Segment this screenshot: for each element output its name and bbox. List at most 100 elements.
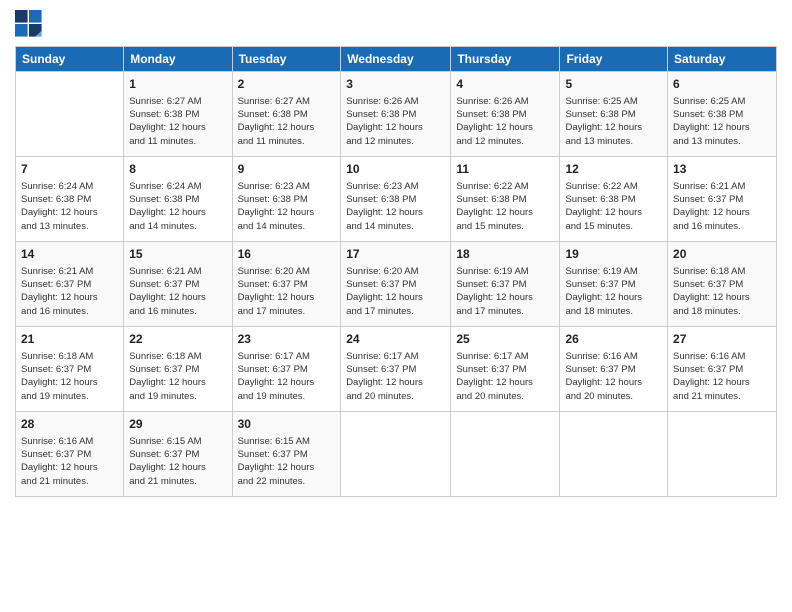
calendar-cell: 30 Sunrise: 6:15 AM Sunset: 6:37 PM Dayli… xyxy=(232,412,341,497)
day-number: 1 xyxy=(129,76,226,93)
day-info: Sunrise: 6:18 AM Sunset: 6:37 PM Dayligh… xyxy=(129,350,226,403)
day-number: 19 xyxy=(565,246,662,263)
col-header-saturday: Saturday xyxy=(668,47,777,72)
calendar-cell: 13Sunrise: 6:21 AM Sunset: 6:37 PM Dayli… xyxy=(668,157,777,242)
day-number: 22 xyxy=(129,331,226,348)
header-row: SundayMondayTuesdayWednesdayThursdayFrid… xyxy=(16,47,777,72)
day-info: Sunrise: 6:20 AM Sunset: 6:37 PM Dayligh… xyxy=(346,265,445,318)
calendar-table: SundayMondayTuesdayWednesdayThursdayFrid… xyxy=(15,46,777,497)
day-info: Sunrise: 6:23 AM Sunset: 6:38 PM Dayligh… xyxy=(238,180,336,233)
day-number: 10 xyxy=(346,161,445,178)
day-number: 7 xyxy=(21,161,118,178)
day-number: 9 xyxy=(238,161,336,178)
day-info: Sunrise: 6:26 AM Sunset: 6:38 PM Dayligh… xyxy=(456,95,554,148)
day-info: Sunrise: 6:18 AM Sunset: 6:37 PM Dayligh… xyxy=(673,265,771,318)
calendar-cell: 22 Sunrise: 6:18 AM Sunset: 6:37 PM Dayli… xyxy=(124,327,232,412)
day-number: 17 xyxy=(346,246,445,263)
day-info: Sunrise: 6:19 AM Sunset: 6:37 PM Dayligh… xyxy=(565,265,662,318)
calendar-cell: 14 Sunrise: 6:21 AM Sunset: 6:37 PM Dayli… xyxy=(16,242,124,327)
calendar-cell: 11 Sunrise: 6:22 AM Sunset: 6:38 PM Dayli… xyxy=(451,157,560,242)
day-number: 2 xyxy=(238,76,336,93)
day-number: 3 xyxy=(346,76,445,93)
calendar-cell xyxy=(451,412,560,497)
col-header-thursday: Thursday xyxy=(451,47,560,72)
day-info: Sunrise: 6:16 AM Sunset: 6:37 PM Dayligh… xyxy=(673,350,771,403)
day-number: 25 xyxy=(456,331,554,348)
day-info: Sunrise: 6:27 AM Sunset: 6:38 PM Dayligh… xyxy=(238,95,336,148)
week-row-3: 14 Sunrise: 6:21 AM Sunset: 6:37 PM Dayli… xyxy=(16,242,777,327)
day-info: Sunrise: 6:20 AM Sunset: 6:37 PM Dayligh… xyxy=(238,265,336,318)
day-info: Sunrise: 6:17 AM Sunset: 6:37 PM Dayligh… xyxy=(238,350,336,403)
day-info: Sunrise: 6:21 AM Sunset: 6:37 PM Dayligh… xyxy=(21,265,118,318)
day-info: Sunrise: 6:24 AM Sunset: 6:38 PM Dayligh… xyxy=(129,180,226,233)
day-info: Sunrise: 6:25 AM Sunset: 6:38 PM Dayligh… xyxy=(673,95,771,148)
calendar-cell: 3 Sunrise: 6:26 AM Sunset: 6:38 PM Daylig… xyxy=(341,72,451,157)
calendar-cell: 10 Sunrise: 6:23 AM Sunset: 6:38 PM Dayli… xyxy=(341,157,451,242)
day-info: Sunrise: 6:16 AM Sunset: 6:37 PM Dayligh… xyxy=(21,435,118,488)
day-info: Sunrise: 6:18 AM Sunset: 6:37 PM Dayligh… xyxy=(21,350,118,403)
day-info: Sunrise: 6:23 AM Sunset: 6:38 PM Dayligh… xyxy=(346,180,445,233)
day-info: Sunrise: 6:15 AM Sunset: 6:37 PM Dayligh… xyxy=(129,435,226,488)
col-header-tuesday: Tuesday xyxy=(232,47,341,72)
day-number: 28 xyxy=(21,416,118,433)
day-number: 18 xyxy=(456,246,554,263)
calendar-cell: 12Sunrise: 6:22 AM Sunset: 6:38 PM Dayli… xyxy=(560,157,668,242)
calendar-cell: 6Sunrise: 6:25 AM Sunset: 6:38 PM Daylig… xyxy=(668,72,777,157)
page: SundayMondayTuesdayWednesdayThursdayFrid… xyxy=(0,0,792,612)
day-info: Sunrise: 6:27 AM Sunset: 6:38 PM Dayligh… xyxy=(129,95,226,148)
calendar-cell: 17 Sunrise: 6:20 AM Sunset: 6:37 PM Dayli… xyxy=(341,242,451,327)
col-header-monday: Monday xyxy=(124,47,232,72)
calendar-cell: 7 Sunrise: 6:24 AM Sunset: 6:38 PM Daylig… xyxy=(16,157,124,242)
day-number: 4 xyxy=(456,76,554,93)
col-header-sunday: Sunday xyxy=(16,47,124,72)
day-info: Sunrise: 6:15 AM Sunset: 6:37 PM Dayligh… xyxy=(238,435,336,488)
calendar-cell xyxy=(560,412,668,497)
day-info: Sunrise: 6:22 AM Sunset: 6:38 PM Dayligh… xyxy=(565,180,662,233)
calendar-cell: 4 Sunrise: 6:26 AM Sunset: 6:38 PM Daylig… xyxy=(451,72,560,157)
calendar-cell: 28 Sunrise: 6:16 AM Sunset: 6:37 PM Dayli… xyxy=(16,412,124,497)
day-number: 11 xyxy=(456,161,554,178)
calendar-cell: 18 Sunrise: 6:19 AM Sunset: 6:37 PM Dayli… xyxy=(451,242,560,327)
day-info: Sunrise: 6:17 AM Sunset: 6:37 PM Dayligh… xyxy=(346,350,445,403)
day-number: 13 xyxy=(673,161,771,178)
calendar-cell xyxy=(668,412,777,497)
calendar-cell: 20 Sunrise: 6:18 AM Sunset: 6:37 PM Dayli… xyxy=(668,242,777,327)
col-header-friday: Friday xyxy=(560,47,668,72)
day-number: 8 xyxy=(129,161,226,178)
day-info: Sunrise: 6:19 AM Sunset: 6:37 PM Dayligh… xyxy=(456,265,554,318)
header xyxy=(15,10,777,38)
day-number: 16 xyxy=(238,246,336,263)
day-number: 30 xyxy=(238,416,336,433)
calendar-cell: 5Sunrise: 6:25 AM Sunset: 6:38 PM Daylig… xyxy=(560,72,668,157)
day-number: 20 xyxy=(673,246,771,263)
week-row-4: 21 Sunrise: 6:18 AM Sunset: 6:37 PM Dayli… xyxy=(16,327,777,412)
calendar-cell xyxy=(16,72,124,157)
logo xyxy=(15,10,47,38)
day-info: Sunrise: 6:16 AM Sunset: 6:37 PM Dayligh… xyxy=(565,350,662,403)
day-number: 29 xyxy=(129,416,226,433)
day-number: 14 xyxy=(21,246,118,263)
col-header-wednesday: Wednesday xyxy=(341,47,451,72)
day-number: 27 xyxy=(673,331,771,348)
day-number: 21 xyxy=(21,331,118,348)
day-number: 5 xyxy=(565,76,662,93)
day-info: Sunrise: 6:24 AM Sunset: 6:38 PM Dayligh… xyxy=(21,180,118,233)
calendar-cell: 24Sunrise: 6:17 AM Sunset: 6:37 PM Dayli… xyxy=(341,327,451,412)
week-row-5: 28 Sunrise: 6:16 AM Sunset: 6:37 PM Dayli… xyxy=(16,412,777,497)
calendar-cell xyxy=(341,412,451,497)
calendar-cell: 27 Sunrise: 6:16 AM Sunset: 6:37 PM Dayli… xyxy=(668,327,777,412)
day-number: 15 xyxy=(129,246,226,263)
calendar-cell: 1 Sunrise: 6:27 AM Sunset: 6:38 PM Daylig… xyxy=(124,72,232,157)
calendar-cell: 19 Sunrise: 6:19 AM Sunset: 6:37 PM Dayli… xyxy=(560,242,668,327)
calendar-cell: 16 Sunrise: 6:20 AM Sunset: 6:37 PM Dayli… xyxy=(232,242,341,327)
calendar-cell: 9 Sunrise: 6:23 AM Sunset: 6:38 PM Daylig… xyxy=(232,157,341,242)
day-info: Sunrise: 6:26 AM Sunset: 6:38 PM Dayligh… xyxy=(346,95,445,148)
calendar-cell: 21 Sunrise: 6:18 AM Sunset: 6:37 PM Dayli… xyxy=(16,327,124,412)
calendar-cell: 26Sunrise: 6:16 AM Sunset: 6:37 PM Dayli… xyxy=(560,327,668,412)
day-info: Sunrise: 6:22 AM Sunset: 6:38 PM Dayligh… xyxy=(456,180,554,233)
calendar-cell: 29 Sunrise: 6:15 AM Sunset: 6:37 PM Dayli… xyxy=(124,412,232,497)
calendar-cell: 23Sunrise: 6:17 AM Sunset: 6:37 PM Dayli… xyxy=(232,327,341,412)
calendar-cell: 25Sunrise: 6:17 AM Sunset: 6:37 PM Dayli… xyxy=(451,327,560,412)
week-row-1: 1 Sunrise: 6:27 AM Sunset: 6:38 PM Daylig… xyxy=(16,72,777,157)
week-row-2: 7 Sunrise: 6:24 AM Sunset: 6:38 PM Daylig… xyxy=(16,157,777,242)
